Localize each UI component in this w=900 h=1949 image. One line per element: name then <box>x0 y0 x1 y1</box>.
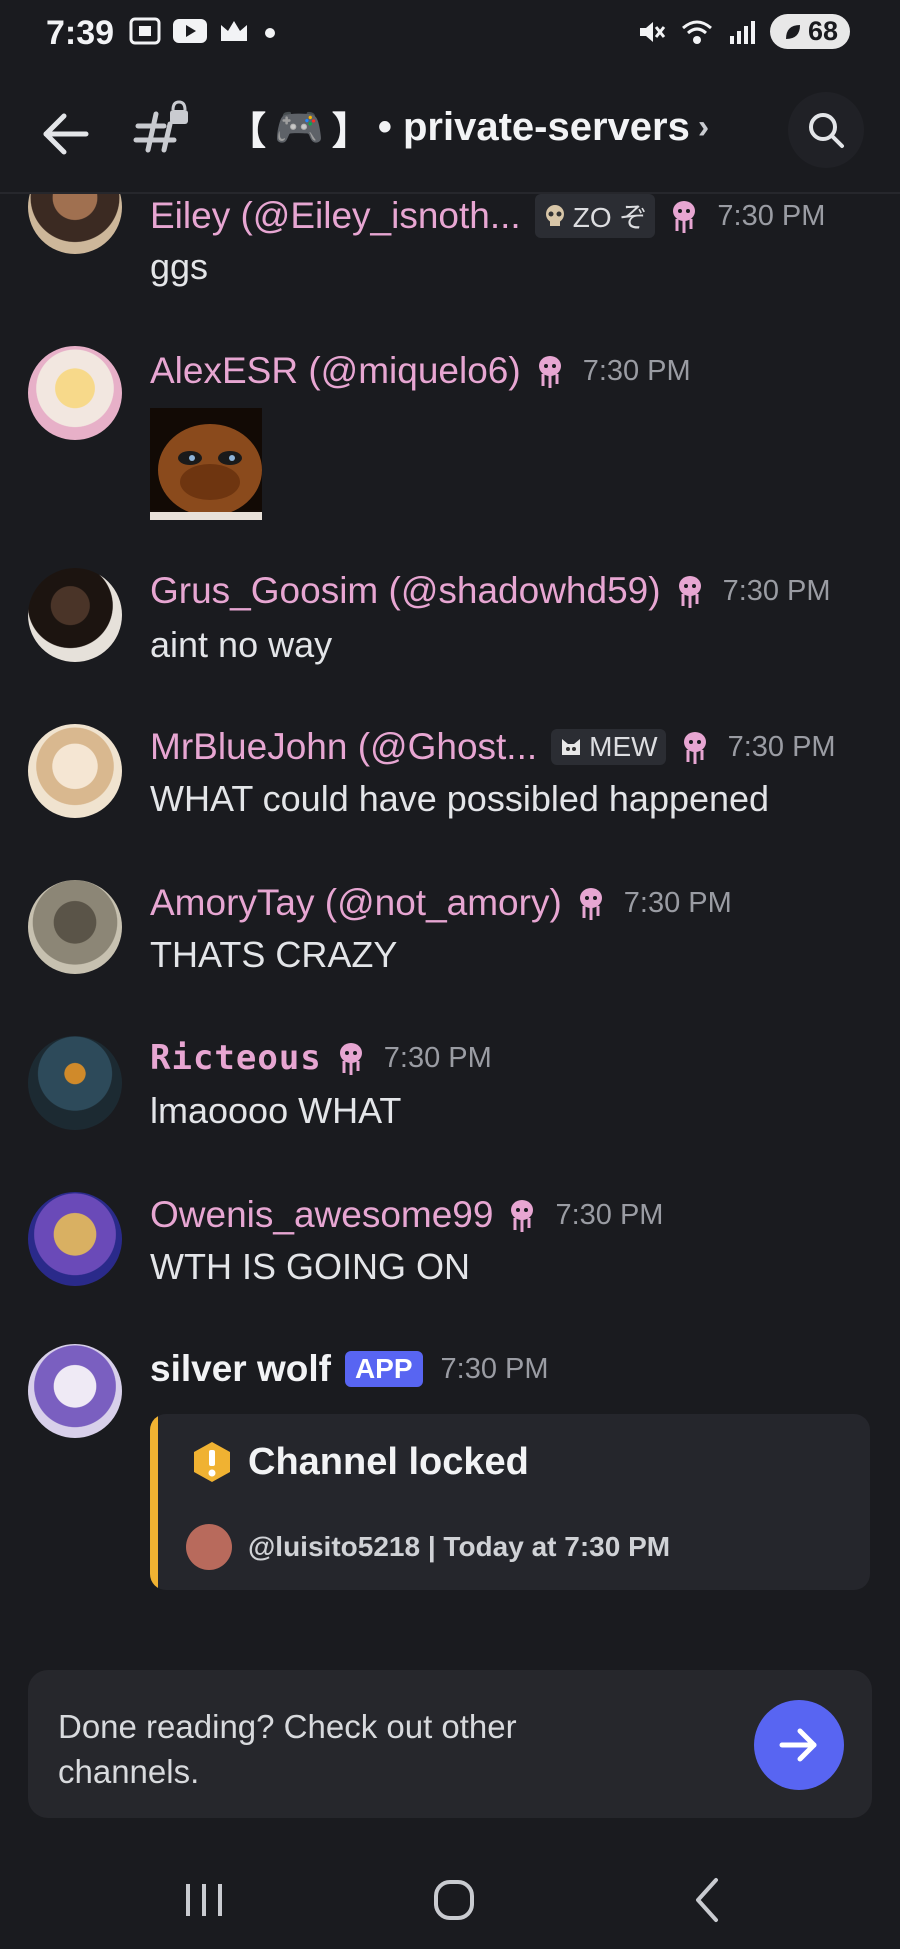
warning-icon <box>194 1442 230 1482</box>
role-icon <box>579 888 602 920</box>
freddy-image <box>150 408 262 520</box>
timestamp: 7:30 PM <box>722 574 831 607</box>
search-button[interactable] <box>788 92 864 168</box>
role-icon <box>678 576 701 608</box>
message-header: AlexESR (@miquelo6) 7:30 PM <box>150 350 691 392</box>
avatar[interactable] <box>28 194 122 254</box>
status-time: 7:39 <box>46 14 115 52</box>
role-icon <box>339 1043 362 1075</box>
avatar[interactable] <box>28 724 122 818</box>
embed-accent-bar <box>150 1414 158 1590</box>
battery-level: 68 <box>807 16 838 46</box>
role-icon <box>673 201 696 233</box>
app-badge: APP <box>344 1351 423 1387</box>
message-header: MrBlueJohn (@Ghost... MEW 7:30 PM <box>150 726 836 768</box>
channel-name-text: • private-servers <box>377 105 690 149</box>
avatar[interactable] <box>28 1036 122 1130</box>
system-nav-bar <box>0 1850 900 1949</box>
timestamp: 7:30 PM <box>582 354 691 387</box>
next-channel-button[interactable] <box>754 1700 844 1790</box>
status-bar: 7:39 68 <box>0 0 900 68</box>
embed-title-text: Channel locked <box>248 1440 529 1483</box>
back-nav-icon[interactable] <box>678 1872 738 1928</box>
message-text: WHAT could have possibled happened <box>150 778 770 819</box>
username[interactable]: Owenis_awesome99 <box>150 1194 493 1236</box>
home-icon[interactable] <box>424 1872 484 1928</box>
message-header: Ricteous 7:30 PM <box>150 1038 492 1078</box>
signal-icon <box>729 20 755 44</box>
arrow-right-icon <box>779 1728 817 1762</box>
back-arrow-icon[interactable] <box>38 106 94 162</box>
embed-footer-text: @luisito5218 | Today at 7:30 PM <box>248 1531 671 1562</box>
role-icon <box>538 356 561 388</box>
username[interactable]: Eiley (@Eiley_isnoth... <box>150 195 521 237</box>
done-reading-banner: Done reading? Check out other channels. <box>28 1670 872 1818</box>
bracket-close: 】 <box>331 111 370 153</box>
role-icon <box>511 1200 534 1232</box>
battery-icon <box>785 24 800 39</box>
youtube-icon <box>173 19 207 43</box>
message-header: silver wolf APP 7:30 PM <box>150 1348 549 1390</box>
timestamp: 7:30 PM <box>383 1041 492 1074</box>
embed-title: Channel locked <box>190 1440 529 1484</box>
footer-avatar <box>186 1524 232 1570</box>
timestamp: 7:30 PM <box>623 886 732 919</box>
avatar[interactable] <box>28 1192 122 1286</box>
battery-indicator: 68 <box>769 14 850 49</box>
timestamp: 7:30 PM <box>717 199 826 232</box>
username[interactable]: Grus_Goosim (@shadowhd59) <box>150 570 661 612</box>
server-tag-label: MEW <box>589 731 658 762</box>
status-right-icons: 68 <box>636 14 850 49</box>
message-embed[interactable]: Channel locked @luisito5218 | Today at 7… <box>150 1414 870 1590</box>
avatar[interactable] <box>28 880 122 974</box>
gamepad-icon: 🎮 <box>274 106 324 150</box>
chevron-right-icon: › <box>697 108 710 146</box>
search-icon <box>809 113 844 148</box>
username[interactable]: Ricteous <box>150 1038 322 1078</box>
message-text: lmaoooo WHAT <box>150 1090 402 1131</box>
username[interactable]: AmoryTay (@not_amory) <box>150 882 562 924</box>
server-tag[interactable]: ZO ぞ <box>534 194 656 238</box>
message-text: ggs <box>150 246 209 287</box>
server-tag-label: ZO ぞ <box>572 202 648 233</box>
locked-channel-hash-icon <box>133 100 188 153</box>
recents-icon[interactable] <box>174 1872 234 1928</box>
role-icon <box>683 732 706 764</box>
message-text: WTH IS GOING ON <box>150 1246 470 1287</box>
wifi-icon <box>681 20 712 44</box>
timestamp: 7:30 PM <box>440 1352 549 1385</box>
message-header: AmoryTay (@not_amory) 7:30 PM <box>150 882 732 924</box>
username[interactable]: MrBlueJohn (@Ghost... <box>150 726 537 768</box>
screen-record-icon <box>129 17 161 45</box>
cat-icon <box>562 739 581 755</box>
mute-icon <box>639 21 666 42</box>
username[interactable]: AlexESR (@miquelo6) <box>150 350 521 392</box>
message-text: aint no way <box>150 624 333 665</box>
channel-header: 【 🎮 】 • private-servers › <box>0 68 900 194</box>
message-header: Eiley (@Eiley_isnoth... ZO ぞ 7:30 PM <box>150 194 825 238</box>
avatar[interactable] <box>28 346 122 440</box>
skull-icon <box>545 205 564 226</box>
message-text: THATS CRAZY <box>150 934 398 975</box>
avatar[interactable] <box>28 568 122 662</box>
bracket-open: 【 <box>228 111 267 153</box>
message-header: Grus_Goosim (@shadowhd59) 7:30 PM <box>150 570 831 612</box>
timestamp: 7:30 PM <box>727 730 836 763</box>
done-reading-text: Done reading? Check out other channels. <box>58 1708 517 1790</box>
timestamp: 7:30 PM <box>555 1198 664 1231</box>
avatar[interactable] <box>28 1344 122 1438</box>
dot-icon <box>265 28 275 38</box>
message-list[interactable]: Eiley (@Eiley_isnoth... ZO ぞ 7:30 PM ggs… <box>0 194 900 1664</box>
embed-footer: @luisito5218 | Today at 7:30 PM <box>186 1524 670 1570</box>
channel-title[interactable]: 【 🎮 】 • private-servers › <box>228 100 709 155</box>
server-tag[interactable]: MEW <box>551 729 666 765</box>
status-left-icons <box>128 16 280 46</box>
crown-icon <box>221 21 247 41</box>
message-header: Owenis_awesome99 7:30 PM <box>150 1194 663 1236</box>
image-attachment[interactable] <box>150 408 262 520</box>
username[interactable]: silver wolf <box>150 1348 331 1390</box>
